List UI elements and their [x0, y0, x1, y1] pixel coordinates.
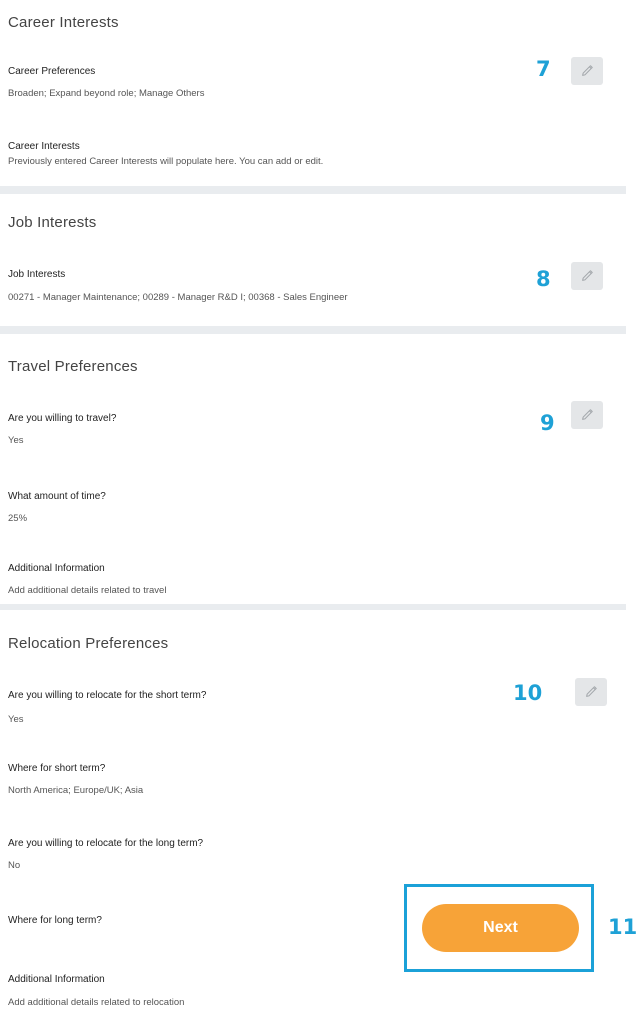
relocate-short-label: Are you willing to relocate for the shor… [8, 690, 207, 701]
travel-info-label: Additional Information [8, 563, 105, 574]
career-preferences-label: Career Preferences [8, 66, 96, 77]
travel-time-value: 25% [8, 513, 28, 524]
step-number-9: 9 [540, 411, 555, 435]
section-title: Travel Preferences [8, 358, 138, 375]
pencil-icon [582, 65, 593, 76]
next-button-highlight: Next [404, 884, 594, 972]
edit-career-button[interactable] [571, 57, 603, 85]
step-number-10: 10 [513, 681, 543, 705]
job-interests-label: Job Interests [8, 269, 66, 280]
edit-relocation-button[interactable] [575, 678, 607, 706]
step-number-11: 11 [608, 915, 638, 939]
edit-travel-button[interactable] [571, 401, 603, 429]
long-where-label: Where for long term? [8, 915, 102, 926]
relocation-info-value: Add additional details related to reloca… [8, 997, 185, 1008]
section-title: Job Interests [8, 214, 97, 231]
travel-willing-value: Yes [8, 435, 24, 446]
next-button[interactable]: Next [422, 904, 579, 952]
relocate-short-value: Yes [8, 714, 24, 725]
travel-preferences-section: Travel Preferences Are you willing to tr… [0, 334, 626, 604]
relocate-long-label: Are you willing to relocate for the long… [8, 838, 204, 849]
pencil-icon [586, 686, 597, 697]
short-where-value: North America; Europe/UK; Asia [8, 785, 144, 796]
travel-info-value: Add additional details related to travel [8, 585, 167, 596]
pencil-icon [582, 409, 593, 420]
edit-job-interests-button[interactable] [571, 262, 603, 290]
job-interests-value: 00271 - Manager Maintenance; 00289 - Man… [8, 292, 348, 303]
section-divider [0, 326, 626, 334]
career-interests-value: Previously entered Career Interests will… [8, 156, 324, 167]
relocate-long-value: No [8, 860, 21, 871]
step-number-7: 7 [536, 57, 551, 81]
job-interests-section: Job Interests Job Interests 00271 - Mana… [0, 194, 626, 326]
career-interests-section: Career Interests Career Preferences Broa… [0, 0, 626, 186]
section-title: Relocation Preferences [8, 635, 169, 652]
section-title: Career Interests [8, 14, 119, 31]
travel-time-label: What amount of time? [8, 491, 106, 502]
career-preferences-value: Broaden; Expand beyond role; Manage Othe… [8, 88, 205, 99]
relocation-info-label: Additional Information [8, 974, 105, 985]
career-interests-label: Career Interests [8, 141, 80, 152]
pencil-icon [582, 270, 593, 281]
short-where-label: Where for short term? [8, 763, 106, 774]
step-number-8: 8 [536, 267, 551, 291]
travel-willing-label: Are you willing to travel? [8, 413, 117, 424]
section-divider [0, 186, 626, 194]
